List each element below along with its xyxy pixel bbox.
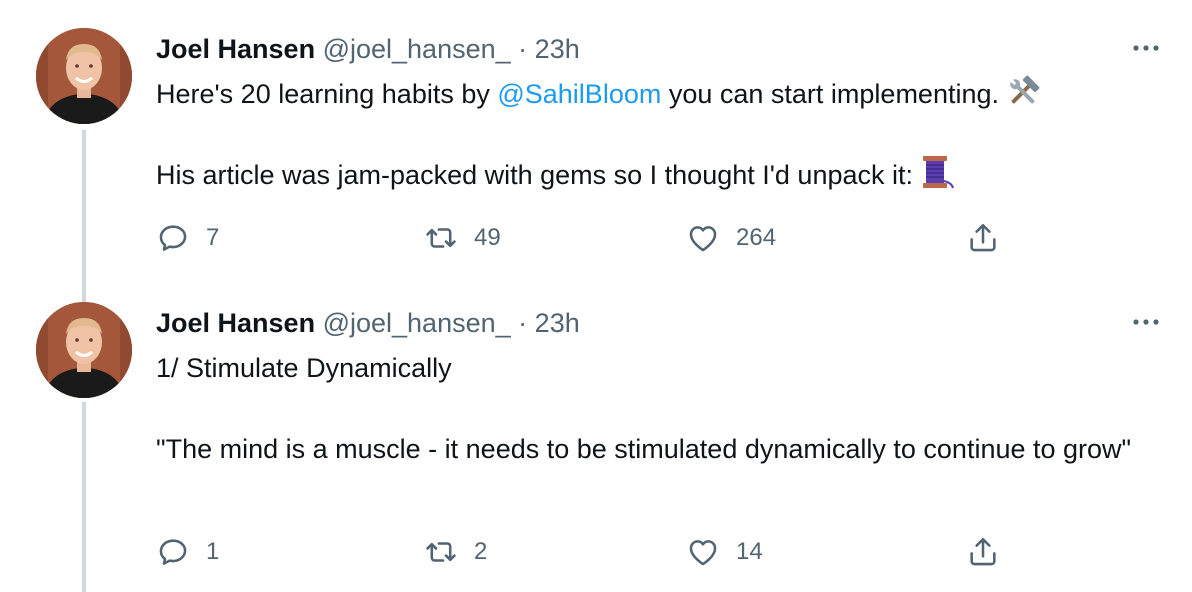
header-separator: · [518, 308, 528, 338]
reply-count: 7 [206, 224, 220, 251]
tweet[interactable]: Joel Hansen @joel_hansen_ · 23h Here's 2… [0, 0, 1192, 282]
mention-link[interactable]: @SahilBloom [497, 79, 661, 109]
reply-count: 1 [206, 538, 220, 565]
tweet-header: Joel Hansen @joel_hansen_ · 23h [156, 306, 580, 340]
tweet-actions: 7 49 264 [156, 218, 1036, 258]
share-button[interactable] [966, 532, 1000, 572]
like-button[interactable]: 14 [686, 532, 763, 572]
tweet-header: Joel Hansen @joel_hansen_ · 23h [156, 32, 580, 66]
tweet-text-paragraph: Here's 20 learning habits by @SahilBloom… [156, 74, 1166, 120]
reply-icon [159, 225, 187, 251]
heart-icon [689, 226, 717, 252]
retweet-count: 49 [474, 224, 501, 251]
hammer-and-wrench-icon [1005, 75, 1041, 120]
thread-connector-line [82, 282, 86, 302]
tweet-text-paragraph: "The mind is a muscle - it needs to be s… [156, 428, 1166, 470]
author-name[interactable]: Joel Hansen [156, 34, 315, 64]
avatar-image [36, 302, 132, 398]
more-options-button[interactable] [1130, 32, 1162, 64]
thread-spool-icon [919, 154, 955, 201]
more-options-button[interactable] [1130, 306, 1162, 338]
like-count: 264 [736, 224, 777, 251]
like-button[interactable]: 264 [686, 218, 776, 258]
tweet-timestamp[interactable]: 23h [535, 308, 580, 338]
share-icon [970, 223, 996, 252]
more-horizontal-icon [1133, 319, 1159, 325]
author-handle[interactable]: @joel_hansen_ [323, 308, 511, 338]
author-name[interactable]: Joel Hansen [156, 308, 315, 338]
retweet-icon [426, 542, 456, 562]
tweet-text: "The mind is a muscle - it needs to be s… [156, 434, 1132, 464]
thread-connector-line [82, 130, 86, 282]
tweet-text: His article was jam-packed with gems so … [156, 160, 913, 190]
tweet-text: Here's 20 learning habits by [156, 79, 498, 109]
share-icon [970, 537, 996, 566]
reply-button[interactable]: 1 [156, 532, 219, 572]
like-count: 14 [736, 538, 763, 565]
retweet-count: 2 [474, 538, 488, 565]
author-handle[interactable]: @joel_hansen_ [323, 34, 511, 64]
tweet-text: you can start implementing. [661, 79, 1000, 109]
tweet[interactable]: Joel Hansen @joel_hansen_ · 23h 1/ Stimu… [0, 282, 1192, 592]
tweet-text-paragraph: His article was jam-packed with gems so … [156, 154, 1166, 201]
heart-icon [689, 540, 717, 566]
retweet-button[interactable]: 2 [424, 532, 487, 572]
retweet-icon [426, 228, 456, 248]
tweet-text-paragraph: 1/ Stimulate Dynamically [156, 348, 1166, 388]
avatar[interactable] [36, 302, 132, 398]
share-button[interactable] [966, 218, 1000, 258]
reply-button[interactable]: 7 [156, 218, 219, 258]
tweet-text: 1/ Stimulate Dynamically [156, 353, 452, 383]
avatar-image [36, 28, 132, 124]
header-separator: · [518, 34, 528, 64]
retweet-button[interactable]: 49 [424, 218, 501, 258]
more-horizontal-icon [1133, 45, 1159, 51]
thread-connector-line [82, 402, 86, 592]
tweet-timestamp[interactable]: 23h [535, 34, 580, 64]
tweet-actions: 1 2 14 [156, 532, 1036, 572]
reply-icon [159, 539, 187, 565]
avatar[interactable] [36, 28, 132, 124]
